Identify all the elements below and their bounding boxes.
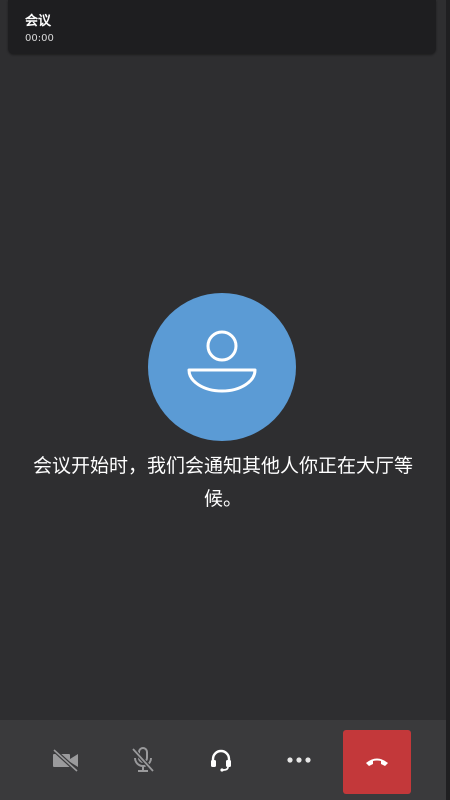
mute-toggle-button[interactable] [113, 730, 173, 790]
meeting-header[interactable]: 会议 00:00 [8, 0, 436, 54]
headset-icon [211, 749, 231, 772]
more-options-button[interactable] [269, 730, 329, 790]
audio-device-button[interactable] [191, 730, 251, 790]
meeting-screen: 会议 00:00 会议开始时，我们会通知其他人你正在大厅等候。 [0, 0, 450, 800]
camera-toggle-button[interactable] [36, 730, 96, 790]
avatar [148, 293, 296, 441]
person-icon [187, 330, 257, 393]
hang-up-button[interactable] [343, 730, 411, 794]
hang-up-icon [366, 758, 388, 766]
video-off-icon [52, 748, 79, 772]
meeting-title: 会议 [25, 14, 52, 29]
more-icon [287, 757, 311, 763]
call-toolbar [0, 720, 446, 800]
mic-off-icon [131, 747, 155, 773]
call-timer: 00:00 [25, 33, 54, 44]
lobby-waiting-message: 会议开始时，我们会通知其他人你正在大厅等候。 [32, 455, 413, 510]
